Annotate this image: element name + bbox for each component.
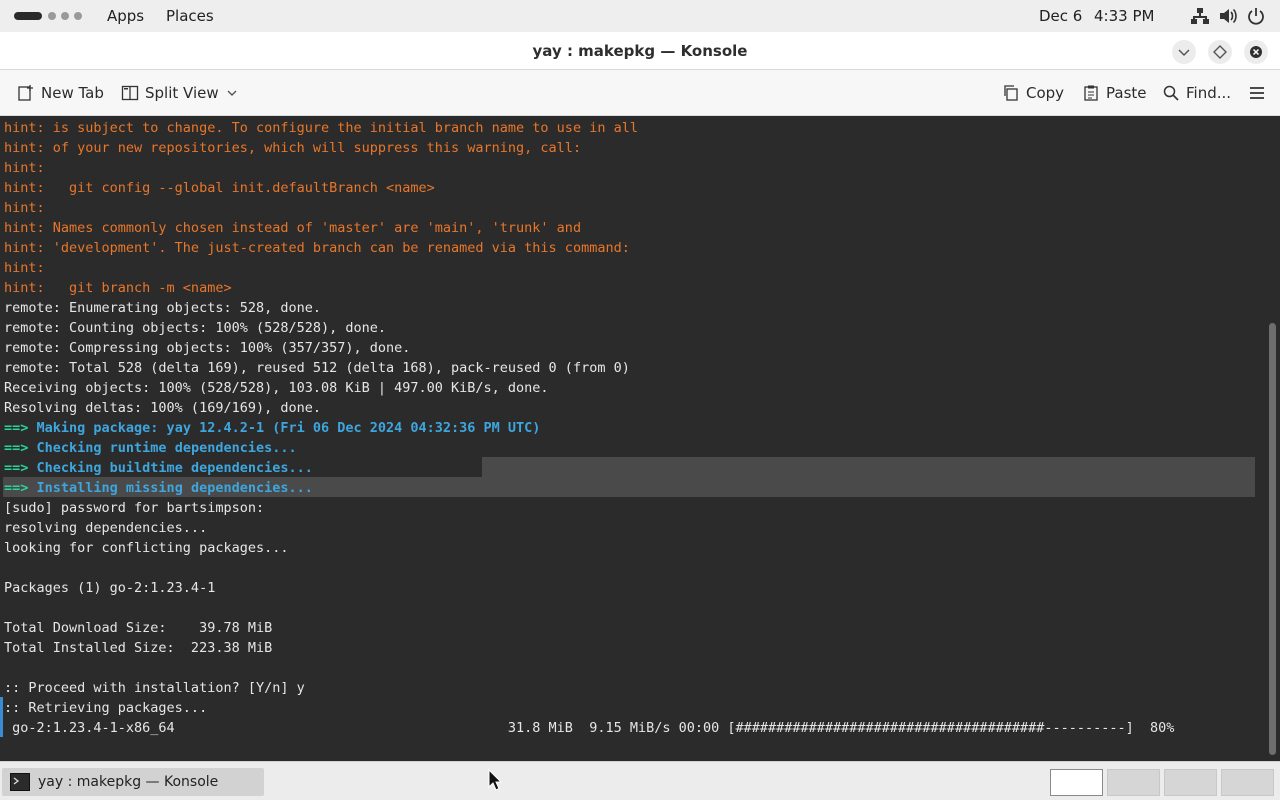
find-button[interactable]: Find... xyxy=(1162,82,1231,104)
close-button[interactable] xyxy=(1244,40,1268,64)
maximize-button[interactable] xyxy=(1208,40,1232,64)
line-text: Checking runtime dependencies... xyxy=(28,440,297,456)
terminal-output[interactable]: hint: is subject to change. To configure… xyxy=(4,118,1260,738)
taskbar-window-label: yay : makepkg — Konsole xyxy=(38,774,219,790)
workspace-dot xyxy=(61,12,69,20)
diamond-icon xyxy=(1213,45,1227,59)
chevron-down-icon xyxy=(227,90,237,96)
line-text: Checking buildtime dependencies... xyxy=(28,460,313,476)
top-panel: Apps Places Dec 6 4:33 PM xyxy=(0,0,1280,32)
line-text: Installing missing dependencies... xyxy=(28,480,313,496)
terminal-line: hint: xyxy=(4,260,45,276)
copy-label: Copy xyxy=(1026,84,1065,102)
terminal-line: hint: xyxy=(4,200,45,216)
close-icon xyxy=(1250,46,1262,58)
copy-button[interactable]: Copy xyxy=(1002,82,1064,104)
terminal-line: Resolving deltas: 100% (169/169), done. xyxy=(4,400,321,416)
minimize-button[interactable] xyxy=(1172,40,1196,64)
terminal-line: Total Download Size: 39.78 MiB xyxy=(4,620,273,636)
arrow-marker: ==> xyxy=(4,420,29,436)
terminal-line: remote: Compressing objects: 100% (357/3… xyxy=(4,340,411,356)
terminal-line: hint: is subject to change. To configure… xyxy=(4,120,638,136)
terminal-line: hint: 'development'. The just-created br… xyxy=(4,240,630,256)
new-tab-icon xyxy=(18,85,33,101)
terminal-line: hint: git branch -m <name> xyxy=(4,280,232,296)
hamburger-menu-button[interactable] xyxy=(1248,82,1266,104)
paste-button[interactable]: Paste xyxy=(1082,82,1147,104)
split-view-label: Split View xyxy=(145,84,219,102)
terminal-line: resolving dependencies... xyxy=(4,520,208,536)
activities-indicator[interactable] xyxy=(14,12,82,20)
terminal-line: ==> Installing missing dependencies... xyxy=(4,478,1260,498)
arrow-marker: ==> xyxy=(4,480,29,496)
terminal-line: remote: Counting objects: 100% (528/528)… xyxy=(4,320,387,336)
power-icon[interactable] xyxy=(1246,6,1266,26)
terminal-line: remote: Total 528 (delta 169), reused 51… xyxy=(4,360,630,376)
search-icon xyxy=(1163,85,1179,101)
workspace-button[interactable] xyxy=(1164,769,1217,796)
workspace-button[interactable] xyxy=(1050,769,1103,796)
terminal-line: looking for conflicting packages... xyxy=(4,540,289,556)
terminal-view[interactable]: hint: is subject to change. To configure… xyxy=(0,117,1280,761)
volume-icon[interactable] xyxy=(1218,6,1238,26)
terminal-line: :: Proceed with installation? [Y/n] y xyxy=(4,680,305,696)
taskbar: yay : makepkg — Konsole xyxy=(0,761,1280,800)
workspace-button[interactable] xyxy=(1221,769,1274,796)
window-titlebar[interactable]: yay : makepkg — Konsole xyxy=(0,32,1280,70)
workspace-dot xyxy=(74,12,82,20)
workspace-button[interactable] xyxy=(1107,769,1160,796)
terminal-line: Packages (1) go-2:1.23.4-1 xyxy=(4,580,216,596)
paste-icon xyxy=(1084,85,1098,101)
window-title: yay : makepkg — Konsole xyxy=(532,42,748,60)
terminal-line: ==> Making package: yay 12.4.2-1 (Fri 06… xyxy=(4,418,1260,438)
mouse-pointer-icon xyxy=(488,769,502,791)
terminal-line: Receiving objects: 100% (528/528), 103.0… xyxy=(4,380,549,396)
split-view-icon xyxy=(121,85,139,101)
terminal-scrollbar[interactable] xyxy=(1269,323,1276,755)
new-tab-button[interactable]: New Tab xyxy=(17,82,104,104)
terminal-line: remote: Enumerating objects: 528, done. xyxy=(4,300,321,316)
apps-menu[interactable]: Apps xyxy=(107,7,144,25)
terminal-line: hint: Names commonly chosen instead of '… xyxy=(4,220,582,236)
terminal-line: hint: git config --global init.defaultBr… xyxy=(4,180,435,196)
arrow-marker: ==> xyxy=(4,440,29,456)
terminal-line: [sudo] password for bartsimpson: xyxy=(4,500,265,516)
terminal-line: hint: of your new repositories, which wi… xyxy=(4,140,582,156)
terminal-icon xyxy=(10,773,30,791)
chevron-down-icon xyxy=(1178,49,1190,57)
terminal-line: ==> Checking runtime dependencies... xyxy=(4,438,1260,458)
clock-date[interactable]: Dec 6 xyxy=(1039,7,1082,25)
clock-time[interactable]: 4:33 PM xyxy=(1094,7,1154,25)
workspace-pill-active xyxy=(14,12,42,20)
terminal-line: hint: xyxy=(4,160,45,176)
network-icon[interactable] xyxy=(1190,6,1210,26)
copy-icon xyxy=(1004,85,1018,101)
terminal-line: Total Installed Size: 223.38 MiB xyxy=(4,640,273,656)
hamburger-menu-icon xyxy=(1250,87,1264,99)
workspace-dot xyxy=(48,12,56,20)
taskbar-window-item[interactable]: yay : makepkg — Konsole xyxy=(2,768,264,796)
places-menu[interactable]: Places xyxy=(166,7,214,25)
find-label: Find... xyxy=(1186,84,1232,102)
line-text: Making package: yay 12.4.2-1 (Fri 06 Dec… xyxy=(28,420,541,436)
konsole-toolbar: New Tab Split View Copy Paste Find... xyxy=(0,70,1280,116)
split-view-button[interactable]: Split View xyxy=(121,82,239,104)
terminal-cursor-marker xyxy=(0,697,3,737)
terminal-line: :: Retrieving packages... xyxy=(4,700,208,716)
paste-label: Paste xyxy=(1106,84,1147,102)
terminal-line: go-2:1.23.4-1-x86_64 31.8 MiB 9.15 MiB/s… xyxy=(4,720,1175,736)
new-tab-label: New Tab xyxy=(41,84,104,102)
arrow-marker: ==> xyxy=(4,460,29,476)
terminal-line: ==> Checking buildtime dependencies... xyxy=(4,458,1260,478)
